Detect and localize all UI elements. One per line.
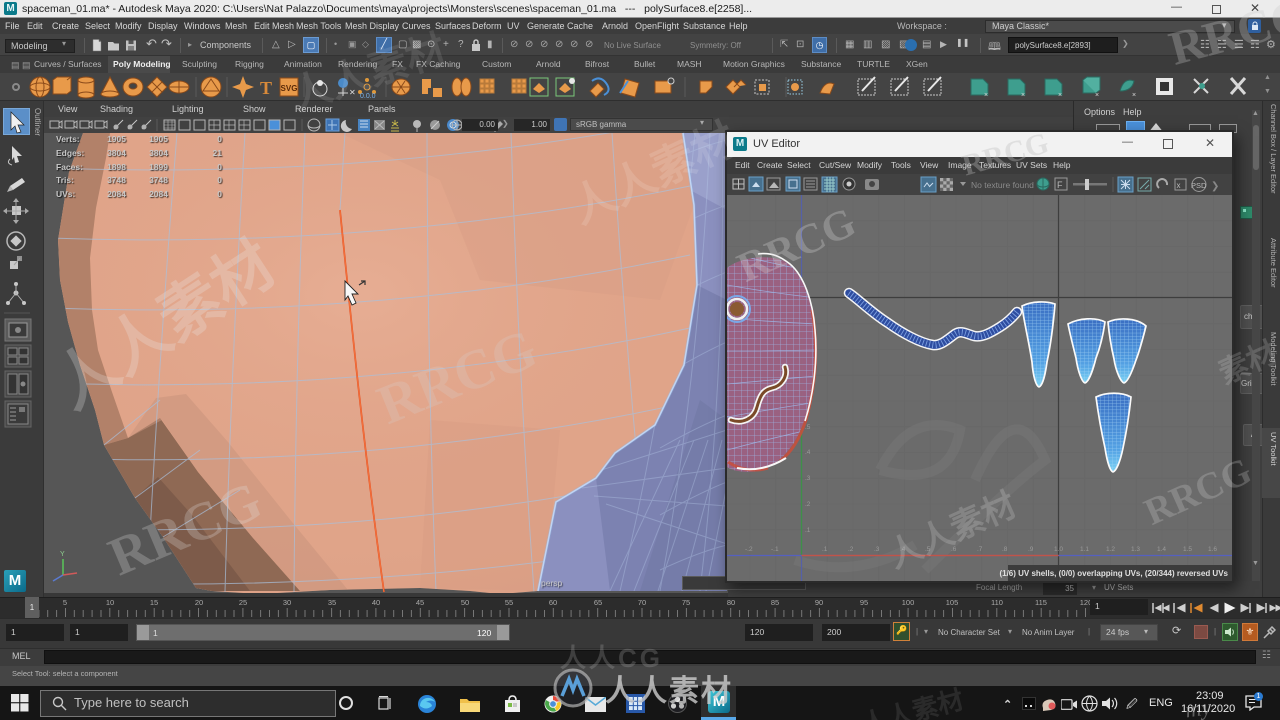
- svg-text:85: 85: [771, 598, 779, 607]
- svg-text:PSD: PSD: [1191, 181, 1207, 190]
- svg-text:20: 20: [195, 598, 203, 607]
- svg-text:80: 80: [727, 598, 735, 607]
- svg-text:×: ×: [1132, 92, 1136, 99]
- svg-text:70: 70: [638, 598, 646, 607]
- svg-text:✕: ✕: [349, 88, 356, 97]
- svg-text:SVG: SVG: [281, 84, 298, 93]
- svg-text:95: 95: [860, 598, 868, 607]
- svg-text:10: 10: [106, 598, 114, 607]
- svg-text:x: x: [1177, 181, 1181, 190]
- svg-text:65: 65: [594, 598, 602, 607]
- svg-text:75: 75: [682, 598, 690, 607]
- svg-text:T: T: [260, 78, 272, 98]
- svg-text:90: 90: [815, 598, 823, 607]
- svg-text:0.0.0: 0.0.0: [360, 93, 376, 100]
- svg-text:×: ×: [1021, 92, 1025, 99]
- svg-text:55: 55: [505, 598, 513, 607]
- svg-text:F: F: [1057, 180, 1063, 190]
- svg-text:45: 45: [416, 598, 424, 607]
- svg-text:110: 110: [991, 598, 1003, 607]
- svg-text:40: 40: [372, 598, 380, 607]
- svg-text:×: ×: [1095, 92, 1099, 99]
- svg-text:5: 5: [63, 598, 67, 607]
- svg-text:30: 30: [283, 598, 291, 607]
- svg-text:15: 15: [150, 598, 158, 607]
- svg-text:35: 35: [328, 598, 336, 607]
- svg-text:50: 50: [461, 598, 469, 607]
- svg-text:Y: Y: [60, 551, 65, 558]
- svg-text:No texture found: No texture found: [971, 180, 1034, 190]
- svg-text:❯: ❯: [1211, 181, 1219, 192]
- svg-text:105: 105: [946, 598, 959, 607]
- svg-text:60: 60: [549, 598, 557, 607]
- svg-text:100: 100: [902, 598, 915, 607]
- svg-text:(1/6) UV shells, (0/0) overlap: (1/6) UV shells, (0/0) overlapping UVs, …: [999, 569, 1228, 578]
- svg-text:1: 1: [30, 603, 35, 612]
- svg-text:25: 25: [239, 598, 247, 607]
- svg-text:115: 115: [1035, 598, 1047, 607]
- svg-text:×: ×: [1058, 92, 1062, 99]
- svg-text:×: ×: [984, 92, 988, 99]
